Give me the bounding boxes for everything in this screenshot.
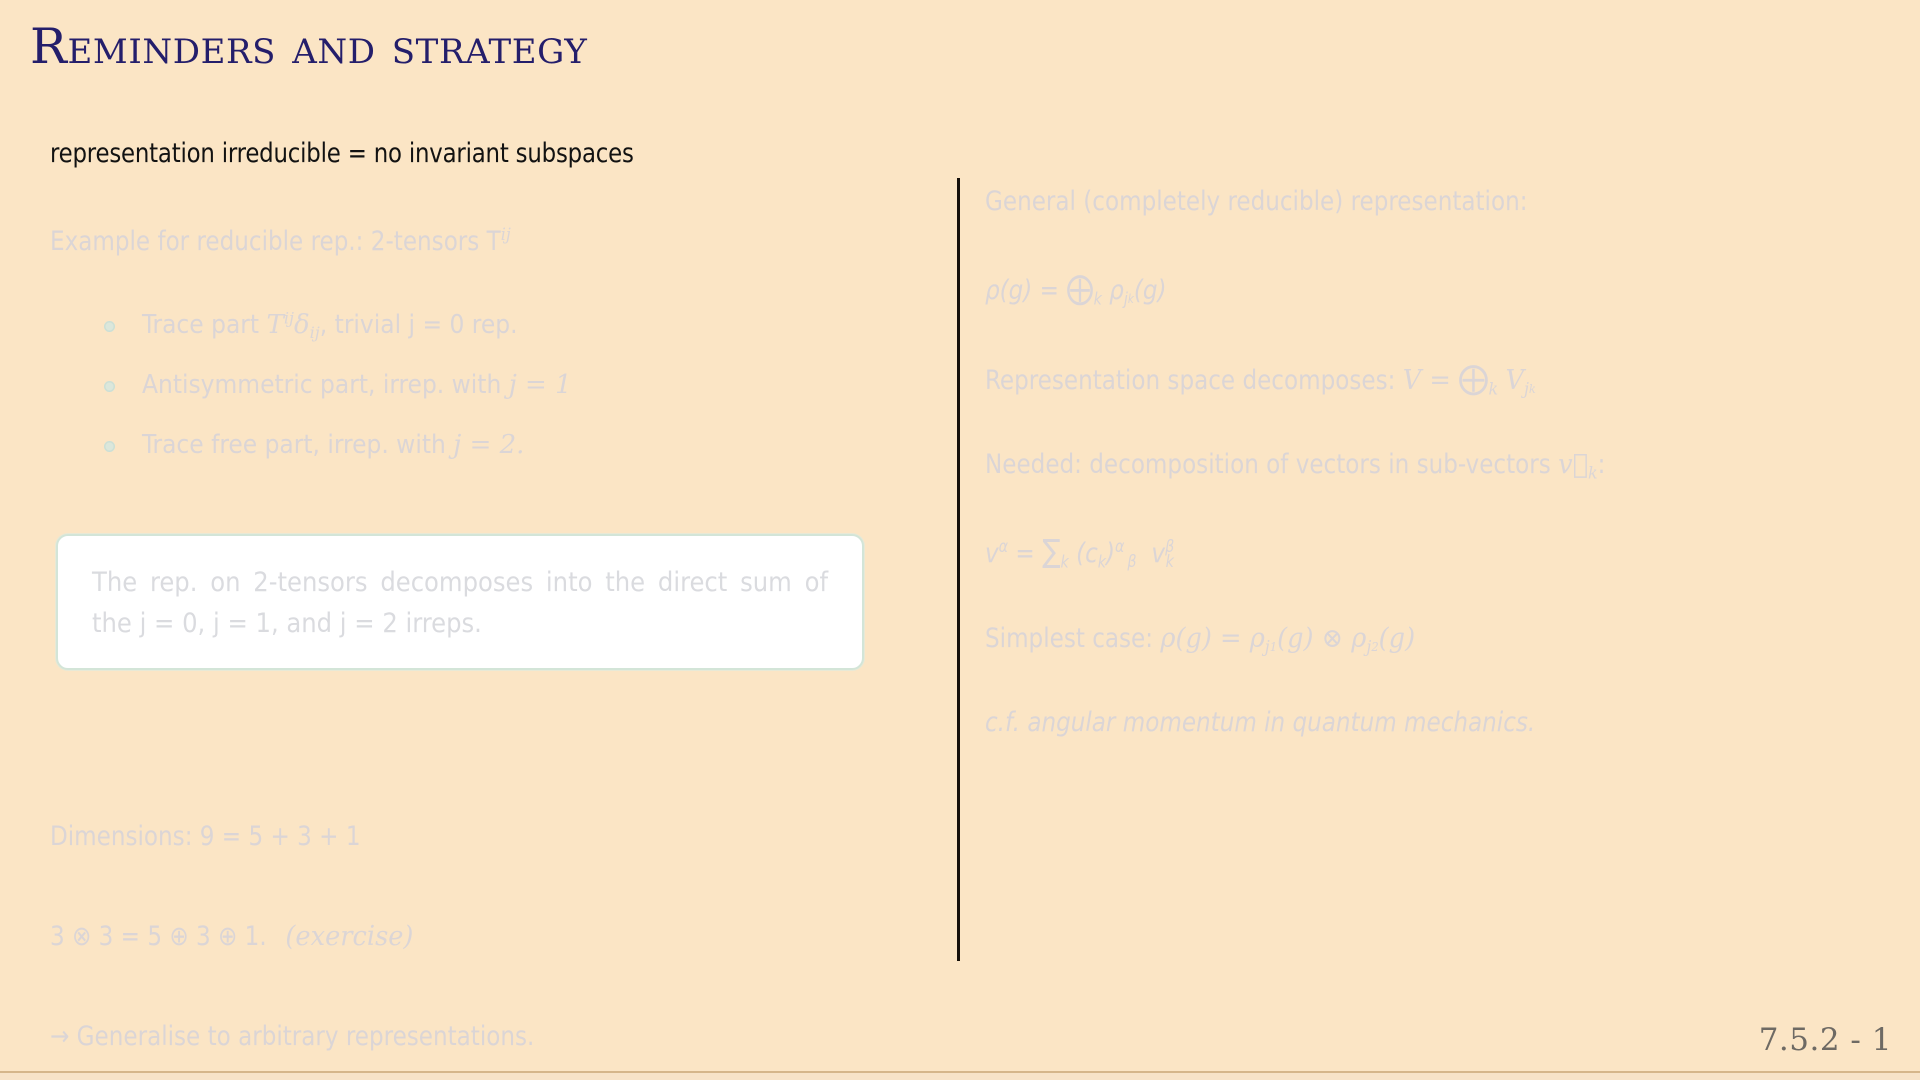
- bullet-math-1: j = 2.: [453, 430, 525, 460]
- vector-formula-lhs-sup: α: [998, 536, 1009, 557]
- simplest-case-tail: (g): [1378, 622, 1416, 654]
- reducible-example-line: Example for reducible rep.: 2-tensors Ti…: [50, 225, 886, 259]
- rho-formula-rhs-tail: (g): [1133, 274, 1167, 306]
- direct-sum-operator-icon: ⨁: [1066, 268, 1094, 307]
- bullet-text-post: , trivial j = 0 rep.: [319, 310, 518, 340]
- sub-vector-index: k: [1587, 462, 1598, 483]
- list-item: Trace free part, irrep. with j = 2.: [100, 430, 572, 460]
- bullet-dot-icon: [104, 381, 115, 392]
- reducible-example-indices: ij: [500, 224, 511, 244]
- sub-vector-symbol: v⃗: [1558, 449, 1588, 481]
- summation-operator-icon: ∑: [1042, 532, 1061, 571]
- space-decomposition-rhs: V: [1505, 364, 1524, 396]
- vector-formula-tail: v: [1151, 538, 1166, 570]
- left-column: Example for reducible rep.: 2-tensors Ti…: [50, 225, 930, 259]
- bullet-math-1-sup: ij: [283, 308, 294, 328]
- needed-decomposition-tail: :: [1597, 449, 1606, 481]
- space-decomposition-rhs-subsub: k: [1528, 381, 1536, 396]
- column-divider: [957, 178, 960, 961]
- slide-canvas: Reminders and strategy representation ir…: [0, 0, 1920, 1080]
- vector-formula-sup2: α: [1115, 536, 1125, 557]
- vector-decomposition-formula: vα = ∑k (ck)αβ vβk: [985, 532, 1840, 572]
- bullet-text-pre: Trace free part, irrep. with: [142, 430, 454, 460]
- direct-sum-index: k: [1093, 288, 1102, 309]
- needed-decomposition-line: Needed: decomposition of vectors in sub-…: [985, 448, 1840, 482]
- simplest-case-mid: (g) ⊗ ρ: [1277, 622, 1367, 654]
- needed-decomposition-text: Needed: decomposition of vectors in sub-…: [985, 449, 1559, 481]
- right-column: General (completely reducible) represent…: [985, 185, 1885, 789]
- tensor-product-note: (exercise): [285, 920, 414, 952]
- vector-formula-paren-open: (c: [1076, 538, 1098, 570]
- simplest-case-text: Simplest case:: [985, 622, 1161, 654]
- direct-sum-operator-icon: ⨁: [1458, 358, 1489, 397]
- general-rep-heading: General (completely reducible) represent…: [985, 186, 1528, 217]
- rho-formula-rhs: ρ: [1109, 274, 1124, 306]
- list-item: Antisymmetric part, irrep. with j = 1: [100, 370, 572, 400]
- generalise-line: → Generalise to arbitrary representation…: [50, 1020, 535, 1052]
- tensor-product-line: 3 ⊗ 3 = 5 ⊕ 3 ⊕ 1. (exercise): [50, 920, 534, 954]
- vector-formula-tail-sub: k: [1165, 551, 1174, 572]
- vector-formula-equals: =: [1008, 538, 1043, 570]
- reducible-parts-list: Trace part Tijδij, trivial j = 0 rep. An…: [100, 310, 572, 490]
- theorem-block-text: The rep. on 2-tensors decomposes into th…: [92, 567, 828, 640]
- vector-formula-paren-close: ): [1106, 538, 1116, 570]
- rho-direct-sum-formula: ρ(g) = ⨁k ρjk(g): [985, 269, 1840, 309]
- direct-sum-index: k: [1488, 377, 1499, 398]
- bullet-dot-icon: [104, 441, 115, 452]
- bullet-math-2: δ: [293, 310, 310, 340]
- bullet-text-pre: Trace part: [142, 310, 267, 340]
- bullet-math-1: T: [266, 310, 284, 340]
- bullet-math-1: j = 1: [508, 370, 572, 400]
- page-number: 7.5.2 - 1: [1758, 1022, 1892, 1058]
- theorem-block: The rep. on 2-tensors decomposes into th…: [56, 534, 864, 671]
- dimensions-line: Dimensions: 9 = 5 + 3 + 1: [50, 821, 361, 852]
- tensor-product-equation: 3 ⊗ 3 = 5 ⊕ 3 ⊕ 1.: [50, 920, 267, 952]
- page-title: Reminders and strategy: [30, 18, 588, 75]
- simplest-case-lhs: ρ(g) = ρ: [1160, 622, 1265, 654]
- space-decomposition-line: Representation space decomposes: V = ⨁k …: [985, 359, 1840, 399]
- summation-index: k: [1060, 551, 1069, 572]
- vector-formula-lhs: v: [985, 538, 999, 570]
- bullet-math-2-sub: ij: [309, 323, 320, 343]
- rho-formula-lhs: ρ(g) =: [985, 274, 1059, 306]
- footer-strip: [0, 1073, 1920, 1080]
- left-column-lower: Dimensions: 9 = 5 + 3 + 1 3 ⊗ 3 = 5 ⊕ 3 …: [50, 820, 560, 1080]
- reducible-example-text: Example for reducible rep.: 2-tensors T: [50, 226, 501, 257]
- space-decomposition-lhs: V =: [1402, 364, 1451, 396]
- simplest-case-line: Simplest case: ρ(g) = ρj1(g) ⊗ ρj2(g): [985, 622, 1840, 656]
- space-decomposition-text: Representation space decomposes:: [985, 364, 1403, 396]
- bullet-dot-icon: [104, 321, 115, 332]
- headline-statement: representation irreducible = no invarian…: [50, 138, 634, 169]
- list-item: Trace part Tijδij, trivial j = 0 rep.: [100, 308, 572, 343]
- cf-angular-momentum-line: c.f. angular momentum in quantum mechani…: [985, 706, 1536, 738]
- vector-formula-sub2: β: [1127, 551, 1137, 572]
- bullet-text-pre: Antisymmetric part, irrep. with: [142, 370, 509, 400]
